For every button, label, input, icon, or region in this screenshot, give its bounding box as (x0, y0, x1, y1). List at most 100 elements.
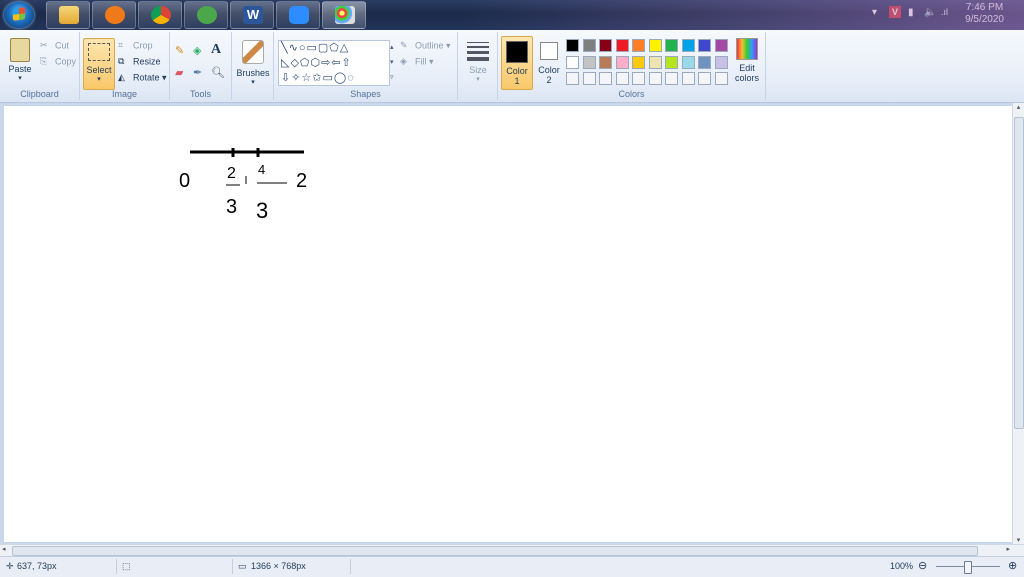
color2-button[interactable]: Color 2 (534, 36, 564, 85)
color-picker-icon[interactable]: ✒ (193, 66, 209, 82)
palette-swatch[interactable] (615, 55, 629, 69)
eraser-icon[interactable]: ▰ (175, 66, 191, 82)
outline-button[interactable]: ✎ Outline ▾ (400, 40, 451, 52)
select-button[interactable]: Select ▾ (83, 38, 115, 90)
label-two-denominator: 3 (226, 196, 237, 218)
vertical-scroll-thumb[interactable] (1014, 117, 1024, 429)
palette-swatch[interactable] (582, 55, 596, 69)
vertical-scrollbar[interactable]: ▴ ▾ (1012, 103, 1024, 544)
palette-swatch[interactable] (714, 39, 728, 52)
palette-swatch[interactable] (632, 72, 645, 85)
battery-icon[interactable]: ▮ (908, 7, 914, 18)
clipboard-group: Paste ▾ ✂ Cut ⎘ Copy Clipboard (0, 32, 80, 100)
palette-swatch[interactable] (582, 39, 596, 52)
taskbar-zoom[interactable] (276, 1, 320, 29)
palette-swatch[interactable] (599, 72, 612, 85)
color2-number: 2 (546, 75, 552, 85)
chrome-icon (151, 6, 171, 24)
palette-swatch[interactable] (566, 72, 579, 85)
crop-icon: ⌗ (118, 40, 124, 50)
palette-swatch[interactable] (665, 55, 678, 69)
size-lines-icon (467, 42, 489, 61)
paste-button[interactable]: Paste ▾ (6, 38, 34, 82)
taskbar-paint[interactable] (322, 1, 366, 29)
zoom-out-icon[interactable]: ⊖ (918, 559, 927, 572)
paste-icon (10, 38, 30, 62)
scroll-right-icon[interactable]: ▸ (1006, 545, 1010, 553)
palette-swatch[interactable] (681, 55, 695, 69)
palette-swatch[interactable] (648, 39, 662, 52)
palette-swatch[interactable] (681, 39, 695, 52)
palette-swatch[interactable] (615, 72, 629, 85)
tray-arrow-icon[interactable]: ▾ (872, 7, 877, 18)
pencil-icon[interactable]: ✎ (175, 44, 191, 60)
zoom-in-icon[interactable]: ⊕ (1008, 559, 1017, 572)
shapes-gallery[interactable]: ╲∿○▭▢⬠△ ◺◇⬠⬡⇨⇦⇧ ⇩✧☆✩▭◯◌ (278, 40, 390, 86)
palette-swatch[interactable] (566, 39, 579, 52)
palette-swatch[interactable] (599, 39, 612, 52)
clock-time: 7:46 PM (965, 2, 1004, 13)
fill-label: Fill (415, 56, 427, 67)
tray-v-icon[interactable]: V (889, 6, 901, 18)
crop-button[interactable]: ⌗ Crop (118, 40, 153, 52)
fill-button[interactable]: ◈ Fill ▾ (400, 56, 434, 68)
copy-button[interactable]: ⎘ Copy (40, 56, 76, 68)
drawing-canvas[interactable]: 0 2 3 4 3 2 (4, 106, 1013, 542)
brushes-group: Brushes ▾ (232, 32, 274, 100)
taskbar-media-player[interactable] (92, 1, 136, 29)
taskbar-chrome[interactable] (138, 1, 182, 29)
palette-swatch[interactable] (648, 72, 662, 85)
palette-swatch[interactable] (599, 55, 612, 69)
horizontal-scrollbar[interactable]: ◂ ▸ (0, 544, 1024, 556)
magnifier-icon[interactable]: 🔍︎ (211, 66, 227, 82)
palette-swatch[interactable] (681, 72, 695, 85)
edit-colors-button[interactable]: Edit colors (732, 38, 762, 83)
brushes-button[interactable]: Brushes ▾ (236, 40, 270, 86)
colors-group-label: Colors (618, 89, 645, 99)
resize-button[interactable]: ⧉ Resize (118, 56, 161, 68)
network-signal-icon[interactable]: .ıl (941, 7, 948, 17)
palette-swatch[interactable] (566, 55, 579, 69)
volume-icon[interactable]: 🔈 (924, 7, 936, 18)
palette-swatch[interactable] (698, 55, 711, 69)
palette-swatch[interactable] (632, 55, 645, 69)
taskbar-app-green[interactable] (184, 1, 228, 29)
fill-icon[interactable]: ◈ (193, 44, 209, 60)
palette-swatch[interactable] (615, 39, 629, 52)
palette-swatch[interactable] (632, 39, 645, 52)
label-zero: 0 (179, 170, 190, 192)
palette-swatch[interactable] (698, 72, 711, 85)
taskbar-file-explorer[interactable] (46, 1, 90, 29)
shapes-scroll[interactable]: ▴ ▾ ▿ (390, 40, 398, 86)
zoom-slider[interactable] (936, 561, 1000, 574)
scroll-left-icon[interactable]: ◂ (2, 545, 6, 553)
palette-swatch[interactable] (665, 72, 678, 85)
media-player-icon (105, 6, 125, 24)
clock[interactable]: 7:46 PM 9/5/2020 (965, 2, 1004, 26)
palette-swatch[interactable] (714, 72, 728, 85)
palette-swatch[interactable] (698, 39, 711, 52)
zoom-slider-thumb[interactable] (964, 561, 972, 574)
palette-swatch[interactable] (714, 55, 728, 69)
taskbar-word[interactable]: W (230, 1, 274, 29)
palette-swatch[interactable] (665, 39, 678, 52)
size-button[interactable]: Size ▾ (463, 40, 493, 83)
folder-icon (59, 6, 79, 24)
scroll-up-icon[interactable]: ▴ (1013, 103, 1024, 111)
copy-label: Copy (55, 56, 77, 67)
status-divider (350, 559, 351, 574)
label-two-numerator: 2 (227, 165, 236, 182)
palette-swatch[interactable] (648, 55, 662, 69)
status-divider (232, 559, 233, 574)
cut-button[interactable]: ✂ Cut (40, 40, 69, 52)
color1-label: Color (506, 66, 528, 76)
color1-button[interactable]: Color 1 (501, 36, 533, 90)
crop-label: Crop (133, 40, 153, 51)
rotate-button[interactable]: ◭ Rotate ▾ (118, 72, 167, 84)
scroll-down-icon[interactable]: ▾ (1013, 536, 1024, 544)
text-tool-icon[interactable]: A (211, 42, 227, 58)
word-icon: W (243, 6, 263, 24)
palette-swatch[interactable] (582, 72, 596, 85)
start-button[interactable] (4, 2, 34, 28)
horizontal-scroll-thumb[interactable] (12, 546, 978, 556)
